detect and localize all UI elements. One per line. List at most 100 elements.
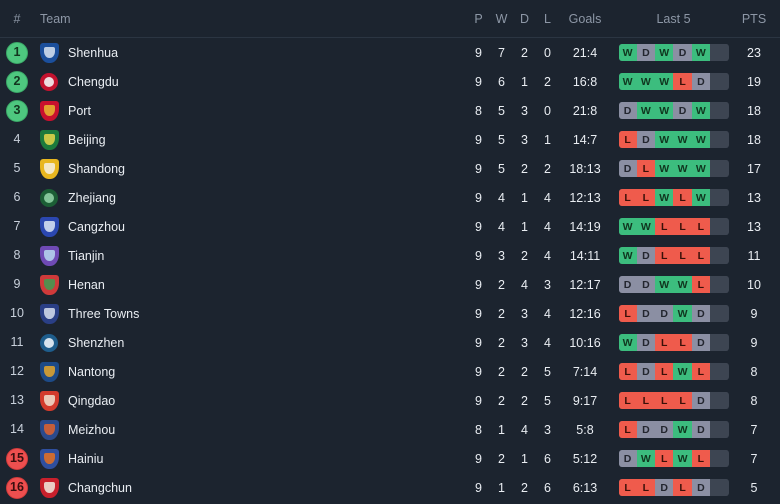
won-cell: 2 [498,451,505,466]
team-cell[interactable]: Changchun [34,477,467,498]
table-row[interactable]: 1 Shenhua 9 7 2 0 21:4 W D W D W 23 [0,38,780,67]
form-result-d: D [636,131,656,148]
column-header-goals[interactable]: Goals [559,12,611,26]
team-name: Shenhua [68,45,119,60]
form-result-l: L [673,334,692,351]
played-cell: 9 [475,219,482,234]
table-row[interactable]: 4 Beijing 9 5 3 1 14:7 L D W W W 18 [0,125,780,154]
column-header-team[interactable]: Team [34,12,467,26]
rank-badge-promotion: 2 [6,70,28,93]
column-header-won[interactable]: W [490,12,513,26]
team-cell[interactable]: Port [34,100,467,121]
column-header-played[interactable]: P [467,12,490,26]
column-header-points[interactable]: PTS [736,12,780,26]
form-result-d: D [691,479,711,496]
played-cell: 8 [475,422,482,437]
team-cell[interactable]: Zhejiang [34,188,467,208]
team-cell[interactable]: Beijing [34,129,467,150]
drawn-cell: 1 [521,219,528,234]
points-cell: 9 [750,306,758,321]
last5-form-pill: LLDLD [618,479,729,496]
rank-cell: 13 [0,391,34,411]
won-cell: 2 [498,277,505,292]
form-result-w: W [618,218,637,235]
goals-cell: 16:8 [572,74,598,89]
form-result-l: L [655,334,674,351]
form-result-empty [710,131,729,148]
team-cell[interactable]: Nantong [34,361,467,382]
team-cell[interactable]: Three Towns [34,303,467,324]
table-row[interactable]: 11 Shenzhen 9 2 3 4 10:16 W D L L D 9 [0,328,780,357]
form-result-l: L [673,189,692,206]
column-header-rank[interactable]: # [0,12,34,26]
column-header-drawn[interactable]: D [513,12,536,26]
last5-cell: LDDWD [611,421,736,438]
won-cell: 2 [498,306,505,321]
played-cell: 9 [475,364,482,379]
team-cell[interactable]: Meizhou [34,419,467,440]
team-cell[interactable]: Henan [34,274,467,295]
lost-cell: 4 [544,248,551,263]
table-header-row: # Team P W D L Goals Last 5 PTS [0,0,780,38]
form-result-l: L [618,363,637,380]
table-row[interactable]: 7 Cangzhou 9 4 1 4 14:19 W W L L L 13 [0,212,780,241]
rank-cell: 16 [0,476,34,499]
rank-number: 14 [10,422,24,437]
table-row[interactable]: 14 Meizhou 8 1 4 3 5:8 L D D W D 7 [0,415,780,444]
table-row[interactable]: 13 Qingdao 9 2 2 5 9:17 L L L L D 8 [0,386,780,415]
form-result-w: W [655,276,674,293]
played-cell: 9 [475,480,482,495]
goals-cell: 6:13 [572,480,598,495]
team-cell[interactable]: Shandong [34,158,467,179]
last5-cell: WDLLD [611,334,736,351]
form-result-l: L [618,305,637,322]
table-row[interactable]: 3 Port 8 5 3 0 21:8 D W W D W 18 [0,96,780,125]
form-result-empty [710,334,729,351]
drawn-cell: 4 [521,277,528,292]
column-header-last5[interactable]: Last 5 [611,12,736,26]
rank-number: 8 [13,248,21,263]
table-row[interactable]: 16 Changchun 9 1 2 6 6:13 L L D L D 5 [0,473,780,502]
form-result-w: W [655,160,674,177]
table-row[interactable]: 8 Tianjin 9 3 2 4 14:11 W D L L L 11 [0,241,780,270]
won-cell: 2 [498,393,505,408]
points-cell: 8 [750,393,758,408]
team-cell[interactable]: Qingdao [34,390,467,411]
form-result-empty [710,160,729,177]
form-result-w: W [618,44,637,61]
team-cell[interactable]: Hainiu [34,448,467,469]
column-header-lost[interactable]: L [536,12,559,26]
last5-form-pill: DDWWL [618,276,729,293]
rank-cell: 12 [0,362,34,382]
last5-cell: DDWWL [611,276,736,293]
form-result-w: W [655,73,674,90]
goals-cell: 7:14 [572,364,598,379]
points-cell: 10 [747,277,761,292]
team-cell[interactable]: Cangzhou [34,216,467,237]
team-name: Tianjin [68,248,105,263]
table-row[interactable]: 12 Nantong 9 2 2 5 7:14 L D L W L 8 [0,357,780,386]
table-row[interactable]: 9 Henan 9 2 4 3 12:17 D D W W L 10 [0,270,780,299]
table-row[interactable]: 6 Zhejiang 9 4 1 4 12:13 L L W L W 13 [0,183,780,212]
table-row[interactable]: 15 Hainiu 9 2 1 6 5:12 D W L W L 7 [0,444,780,473]
form-result-l: L [655,218,674,235]
rank-cell: 2 [0,70,34,93]
team-name: Hainiu [68,451,104,466]
team-cell[interactable]: Chengdu [34,72,467,92]
table-row[interactable]: 5 Shandong 9 5 2 2 18:13 D L W W W 17 [0,154,780,183]
team-cell[interactable]: Shenhua [34,42,467,63]
team-cell[interactable]: Tianjin [34,245,467,266]
team-name: Changchun [68,480,132,495]
team-name: Henan [68,277,105,292]
goals-cell: 14:7 [572,132,598,147]
form-result-w: W [673,421,692,438]
team-cell[interactable]: Shenzhen [34,333,467,353]
team-name: Cangzhou [68,219,125,234]
form-result-empty [710,276,729,293]
table-row[interactable]: 10 Three Towns 9 2 3 4 12:16 L D D W D 9 [0,299,780,328]
last5-cell: WDLLL [611,247,736,264]
rank-badge-relegation: 15 [6,447,28,470]
rank-cell: 3 [0,99,34,122]
rank-number: 11 [10,335,24,350]
table-row[interactable]: 2 Chengdu 9 6 1 2 16:8 W W W L D 19 [0,67,780,96]
